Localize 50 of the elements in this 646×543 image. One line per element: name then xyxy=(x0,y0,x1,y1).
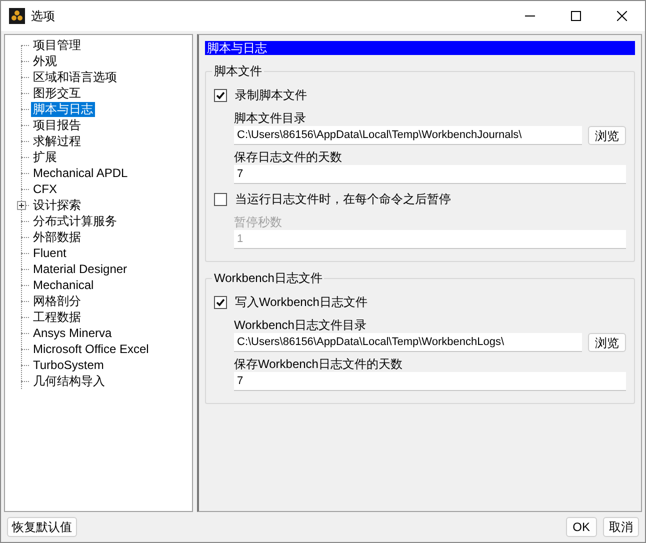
tree-item[interactable]: Mechanical xyxy=(31,278,96,292)
tree-item[interactable]: 项目管理 xyxy=(31,38,83,52)
reset-button[interactable]: 恢复默认值 xyxy=(7,517,77,537)
checkbox[interactable] xyxy=(214,296,227,308)
tree-item[interactable]: 工程数据 xyxy=(31,310,83,324)
field-label: 脚本文件目录 xyxy=(234,110,307,126)
browse-button[interactable]: 浏览 xyxy=(588,126,626,145)
ok-button[interactable]: OK xyxy=(566,517,597,537)
tree-item[interactable]: 外观 xyxy=(31,54,59,68)
input-field[interactable]: C:\Users\86156\AppData\Local\Temp\WorkbenchLogs\ xyxy=(234,333,582,352)
checkbox-label: 录制脚本文件 xyxy=(235,87,307,104)
checkbox-label: 当运行日志文件时，在每个命令之后暂停 xyxy=(235,191,451,208)
tree-item[interactable]: 扩展 xyxy=(31,150,59,164)
input-field[interactable]: 7 xyxy=(234,165,626,184)
checkbox[interactable] xyxy=(214,88,227,102)
browse-button[interactable]: 浏览 xyxy=(588,333,626,352)
check-icon xyxy=(216,298,225,306)
input-field[interactable]: C:\Users\86156\AppData\Local\Temp\WorkbenchJournals\ xyxy=(234,126,582,145)
tree-item[interactable]: Fluent xyxy=(31,246,68,260)
input-field[interactable]: 7 xyxy=(234,372,626,391)
tree-item[interactable]: 区域和语言选项 xyxy=(31,70,119,84)
group-title: Workbench日志文件 xyxy=(212,270,324,286)
tree-item[interactable]: 脚本与日志 xyxy=(31,102,95,116)
check-icon xyxy=(216,90,225,100)
tree-item[interactable]: TurboSystem xyxy=(31,358,106,372)
tree-item[interactable]: Ansys Minerva xyxy=(31,326,114,340)
tree-item[interactable]: 图形交互 xyxy=(31,86,83,100)
field-label: 保存日志文件的天数 xyxy=(234,149,343,165)
panel-header: 脚本与日志 xyxy=(205,41,635,55)
cancel-button[interactable]: 取消 xyxy=(603,517,639,537)
tree-item[interactable]: 项目报告 xyxy=(31,118,83,132)
checkbox-label: 写入Workbench日志文件 xyxy=(235,294,368,311)
tree-item[interactable]: 几何结构导入 xyxy=(31,374,107,388)
tree-item[interactable]: 网格剖分 xyxy=(31,294,83,308)
group-title: 脚本文件 xyxy=(212,63,264,79)
field-label: 暂停秒数 xyxy=(234,214,283,230)
tree-item[interactable]: 设计探索 xyxy=(31,198,83,212)
tree-item[interactable]: 求解过程 xyxy=(31,134,83,148)
field-label: 保存Workbench日志文件的天数 xyxy=(234,356,404,372)
tree-item[interactable]: Mechanical APDL xyxy=(31,166,130,180)
tree-item[interactable]: 分布式计算服务 xyxy=(31,214,119,228)
tree-item[interactable]: Material Designer xyxy=(31,262,130,276)
field-label: Workbench日志文件目录 xyxy=(234,317,368,333)
window-title: 选项 xyxy=(31,8,55,25)
expand-icon[interactable] xyxy=(17,201,26,210)
tree-item[interactable]: CFX xyxy=(31,182,59,196)
tree-item[interactable]: 外部数据 xyxy=(31,230,83,244)
tree-item[interactable]: Microsoft Office Excel xyxy=(31,342,151,356)
app-logo-icon xyxy=(9,8,25,24)
checkbox[interactable] xyxy=(214,192,227,206)
